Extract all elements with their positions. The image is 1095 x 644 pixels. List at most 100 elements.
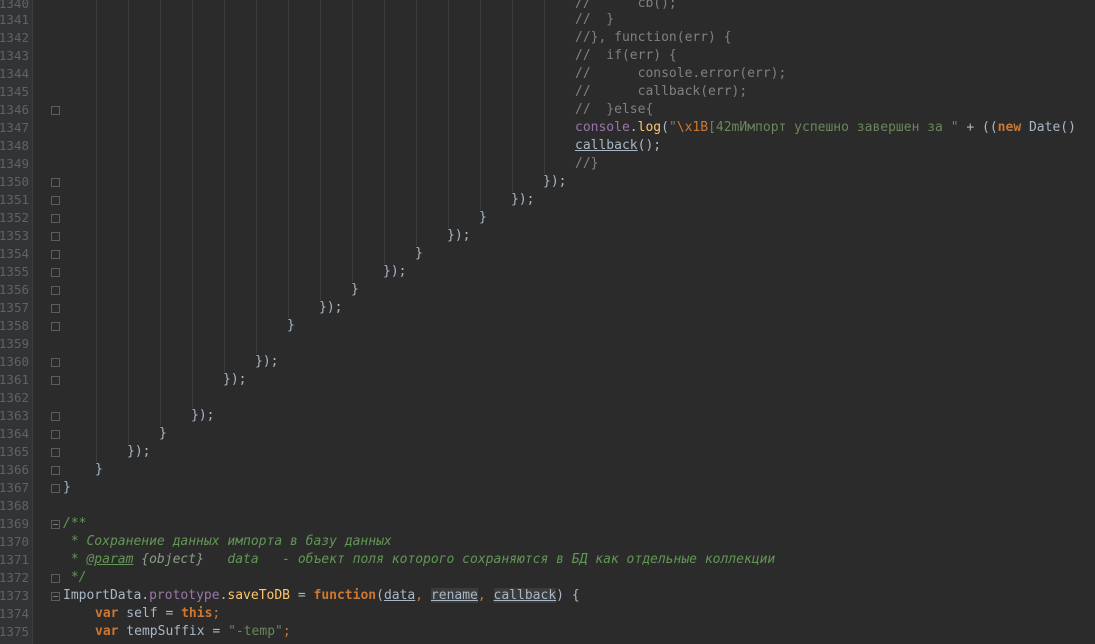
code-token: ; [282,624,291,639]
line-number: 1355 [0,264,29,279]
method-name: saveToDB [227,588,291,603]
fold-marker[interactable] [51,412,60,421]
fold-marker[interactable] [51,214,60,223]
fold-marker[interactable] [51,106,60,115]
doc-comment-line: */ [63,570,87,585]
line-number: 1361 [0,372,29,387]
code-token: ( [661,120,669,135]
code-line: var self = this; [95,605,220,623]
string-token: " [668,120,677,135]
code-line: var tempSuffix = "-temp"; [95,623,291,641]
param-callback: callback [493,588,557,603]
code-line: callback(); [575,137,661,155]
string-token: [42mИмпорт успешно завершен за " [708,120,959,135]
fold-marker[interactable] [51,466,60,475]
fold-marker[interactable] [51,178,60,187]
indent-guide [160,0,161,426]
code-line: }); [191,408,215,423]
line-number: 1375 [0,624,29,639]
indent-guide [512,0,513,192]
code-editor[interactable]: 1340 1341 1342 1343 1344 1345 1346 1347 … [0,0,1095,644]
doc-token: data - объект поля которого сохраняются … [203,552,776,567]
code-line: console.log("\x1B[42mИмпорт успешно заве… [575,119,1076,137]
code-line: }); [543,174,567,189]
indent-guide [192,0,193,408]
fold-marker[interactable] [51,322,60,331]
keyword-token: function [313,588,377,603]
line-number: 1373 [0,588,29,603]
fold-marker[interactable] [51,232,60,241]
code-line: // callback(err); [575,84,748,99]
code-line: }); [255,354,279,369]
callback-call: callback [575,138,638,153]
indent-guide [352,0,353,282]
doc-token: * [63,552,87,567]
code-line: //} [575,156,599,171]
line-number: 1372 [0,570,29,585]
line-number: 1342 [0,30,29,45]
indent-guide [288,0,289,318]
code-line: }); [127,444,151,459]
indent-guide [480,0,481,210]
line-number: 1341 [0,12,29,27]
code-line: } [479,210,487,225]
fold-marker[interactable] [51,592,60,601]
fold-marker[interactable] [51,358,60,367]
line-number: 1345 [0,84,29,99]
fold-marker[interactable] [51,448,60,457]
line-number: 1351 [0,192,29,207]
doc-type: {object} [133,552,204,567]
code-line: //}, function(err) { [575,30,732,45]
code-line: } [159,426,167,441]
indent-guide [384,0,385,264]
line-number: 1364 [0,426,29,441]
fold-marker[interactable] [51,286,60,295]
line-number: 1344 [0,66,29,81]
fold-marker[interactable] [51,268,60,277]
code-line: }); [383,264,407,279]
indent-guide [128,0,129,444]
doc-param-tag: @param [86,552,134,567]
keyword-token: this [181,606,213,621]
doc-comment-line: * @param {object} data - объект поля кот… [63,551,775,569]
code-line: } [351,282,359,297]
code-line: // if(err) { [575,48,677,63]
line-number: 1354 [0,246,29,261]
code-token: Date() [1021,120,1076,135]
line-number: 1357 [0,300,29,315]
fold-marker[interactable] [51,520,60,529]
code-line: } [287,318,295,333]
fold-marker[interactable] [51,574,60,583]
line-number: 1352 [0,210,29,225]
line-number: 1367 [0,480,29,495]
param-data: data [383,588,416,603]
console-object: console [575,120,630,135]
code-token: . [141,588,150,603]
doc-comment-line: /** [63,516,87,531]
code-token: self = [118,606,182,621]
line-number: 1370 [0,534,29,549]
line-number: 1346 [0,102,29,117]
line-number: 1359 [0,336,29,351]
code-token: ) { [556,588,580,603]
fold-marker[interactable] [51,376,60,385]
line-number: 1350 [0,174,29,189]
fold-marker[interactable] [51,196,60,205]
code-line: // } [575,12,615,27]
line-number: 1360 [0,354,29,369]
string-token: "-temp" [228,624,283,639]
line-number: 1363 [0,408,29,423]
fold-marker[interactable] [51,304,60,313]
code-line: ImportData.prototype.saveToDB = function… [63,587,580,605]
fold-marker[interactable] [51,484,60,493]
indent-guide [320,0,321,300]
fold-marker[interactable] [51,430,60,439]
code-token: . [629,120,638,135]
code-token: tempSuffix = [118,624,229,639]
fold-marker[interactable] [51,250,60,259]
code-token: = [290,588,314,603]
code-line: }); [319,300,343,315]
code-line: } [95,462,103,477]
line-number: 1343 [0,48,29,63]
code-token: ( [376,588,384,603]
